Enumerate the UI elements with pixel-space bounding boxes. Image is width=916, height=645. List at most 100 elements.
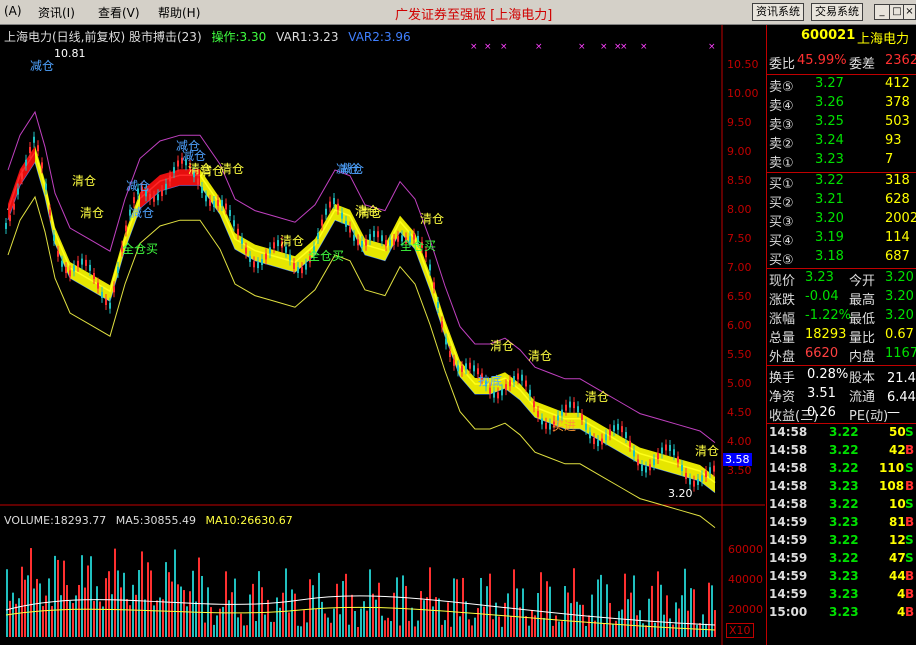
stat-label: PE(动) [849,409,889,424]
tick-time: 14:58 [769,497,808,511]
volume-bar [174,549,176,637]
menu-item-view[interactable]: 查看(V) [98,4,140,21]
menu-item-news[interactable]: 资讯(I) [38,4,75,21]
candle-body [29,147,31,154]
candle-body [657,453,659,460]
app-title: 广发证券至强版 [上海电力] [395,8,553,23]
tick-time: 14:58 [769,461,808,475]
volume-bar [117,570,119,637]
info-system-button[interactable]: 资讯系统 [752,3,804,21]
candle-body [37,145,39,152]
candle-body [373,230,375,237]
candle-body [393,238,395,245]
candle-body [361,241,363,248]
volume-bar [297,625,299,637]
candle-body [465,363,467,370]
volume-bar [564,586,566,637]
candle-body [445,338,447,345]
signal-marker: × [640,42,648,52]
close-icon[interactable]: × [903,4,916,20]
candle-body [265,253,267,260]
volume-bar [15,603,17,637]
buy-price: 3.18 [815,249,844,264]
stat-value: -0.04 [805,289,839,304]
volume-bar [366,610,368,637]
signal-label: 减仓 [30,59,54,73]
sell-row: 卖② 3.24 93 [767,133,916,152]
volume-bar [477,608,479,637]
ma10-value: MA10:26630.67 [205,514,293,527]
volume-bar [606,584,608,637]
signal-label: 全仓买 [122,241,158,256]
volume-bar [630,592,632,637]
volume-bar [105,578,107,637]
minimize-icon[interactable]: _ [874,4,890,20]
volume-bar [588,615,590,637]
signal-label: 全仓买 [308,248,344,263]
volume-bar [519,607,521,637]
tick-volume: 44 [889,569,906,583]
volume-bar [516,588,518,637]
volume-bar [153,605,155,637]
volume-tick-label: 40000 [728,573,763,586]
buy-row: 买⑤ 3.18 687 [767,249,916,268]
volume-bar [255,621,257,637]
stat-value: 0.67 [885,327,914,342]
volume-bar [147,562,149,637]
tick-row: 15:00 3.23 4 B [767,605,916,623]
sell-price: 3.24 [815,133,844,148]
signal-marker: × [484,42,492,52]
tick-price: 3.22 [829,461,859,475]
signal-label: 清仓 [695,444,719,458]
volume-bar [150,570,152,637]
menu-item-help[interactable]: 帮助(H) [158,4,200,21]
candle-body [349,226,351,233]
sell-price: 3.27 [815,76,844,91]
kline-chart[interactable]: 减仓清仓 减仓减仓全仓买清仓 减仓清仓清仓 清仓减仓清仓全仓买清仓 全仓买清仓抄底清仓清… [0,25,765,645]
stat-value: 18293 [805,327,847,342]
volume-header: VOLUME:18293.77 MA5:30855.49 MA10:26630.… [4,514,299,527]
candle-body [433,282,435,289]
candle-body [549,423,551,430]
candle-body [585,423,587,430]
volume-bar [498,616,500,637]
candle-body [277,240,279,247]
candle-body [253,261,255,268]
menu-item-a[interactable]: (A) [4,4,22,18]
candle-body [97,282,99,289]
weibi-value: 45.99% [797,53,847,68]
volume-bar [537,593,539,637]
tick-side: B [905,587,915,601]
volume-bar [186,606,188,637]
volume-bar [267,599,269,637]
stat-value: 6.44亿 [887,390,916,405]
volume-bar [444,620,446,637]
candle-body [157,194,159,201]
volume-bar [642,623,644,637]
volume-bar [84,587,86,637]
volume-bar [339,614,341,637]
candle-body [617,423,619,430]
candle-body [321,219,323,226]
buy-row: 买② 3.21 628 [767,192,916,211]
trade-system-button[interactable]: 交易系统 [811,3,863,21]
volume-bar [690,588,692,637]
tick-row: 14:59 3.22 12 S [767,533,916,551]
candle-body [517,373,519,380]
signal-label: 清仓 [358,206,382,220]
kline-chart-area[interactable]: 减仓 清仓 减仓 减仓 全仓买 清仓 减仓 清仓 清仓 清仓 减仓 清仓 全仓买 清仓 全仓买 清仓 抄底 清仓清… [0,25,765,645]
volume-bar [633,575,635,637]
volume-bar [711,585,713,637]
candle-body [245,247,247,254]
price-tick-label: 10.50 [727,58,759,71]
volume-bar [324,613,326,637]
tick-volume: 47 [889,551,906,565]
candle-body [17,188,19,195]
volume-bar [432,606,434,637]
sell-price: 3.26 [815,95,844,110]
sell-volume: 412 [885,76,910,91]
volume-bar [624,573,626,637]
buy-level-label: 买④ [769,234,794,249]
volume-bar [651,585,653,637]
candle-body [645,466,647,473]
